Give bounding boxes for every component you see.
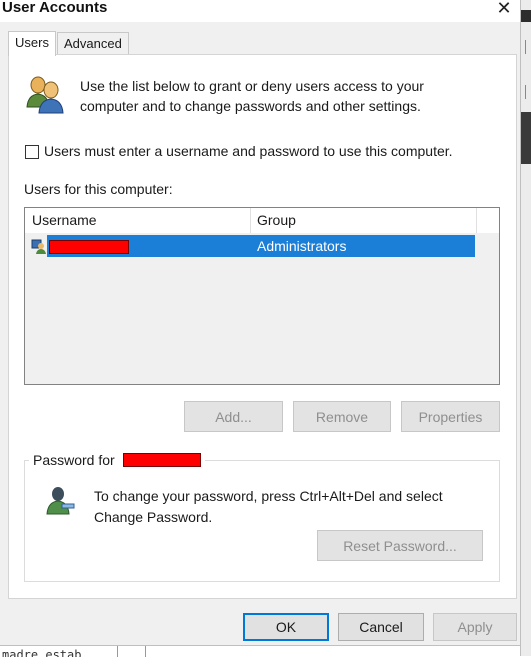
require-login-label: Users must enter a username and password…: [44, 143, 453, 159]
background-divider: [525, 40, 531, 54]
users-section-label: Users for this computer:: [24, 181, 173, 197]
window-title: User Accounts: [2, 0, 108, 16]
column-divider: [250, 208, 251, 233]
background-divider: [145, 646, 146, 657]
password-help-text: To change your password, press Ctrl+Alt+…: [94, 488, 443, 525]
list-header: Username Group: [25, 208, 499, 233]
background-block: [521, 112, 531, 164]
close-icon[interactable]: ✕: [492, 0, 516, 18]
require-login-checkbox[interactable]: [25, 145, 39, 159]
background-window: [520, 0, 531, 656]
password-group-label: Password for: [33, 452, 115, 468]
background-text-strip: madre estab: [0, 645, 520, 657]
column-header-username[interactable]: Username: [32, 208, 97, 233]
password-group-title: Password for: [29, 451, 205, 468]
intro-text: Use the list below to grant or deny user…: [80, 78, 424, 114]
background-divider: [525, 85, 531, 99]
cancel-button[interactable]: Cancel: [338, 613, 424, 641]
remove-user-button[interactable]: Remove: [293, 401, 391, 432]
row-group-cell: Administrators: [257, 238, 347, 254]
background-divider: [117, 646, 118, 657]
users-icon: [26, 76, 64, 114]
column-divider: [476, 208, 477, 233]
reset-password-button[interactable]: Reset Password...: [317, 530, 483, 561]
redacted-username: [49, 240, 129, 254]
add-user-button[interactable]: Add...: [184, 401, 283, 432]
background-block: [521, 10, 531, 22]
properties-button[interactable]: Properties: [401, 401, 500, 432]
user-key-icon: [46, 487, 75, 515]
tab-advanced[interactable]: Advanced: [57, 32, 129, 54]
apply-button[interactable]: Apply: [433, 613, 517, 641]
title-bar: User Accounts ✕: [0, 0, 531, 22]
redacted-username: [122, 453, 201, 467]
user-admin-icon: [31, 239, 46, 254]
column-header-group[interactable]: Group: [257, 208, 296, 233]
ok-button[interactable]: OK: [243, 613, 329, 641]
users-list[interactable]: Username Group Administrators: [24, 207, 500, 385]
tab-users[interactable]: Users: [8, 31, 56, 56]
